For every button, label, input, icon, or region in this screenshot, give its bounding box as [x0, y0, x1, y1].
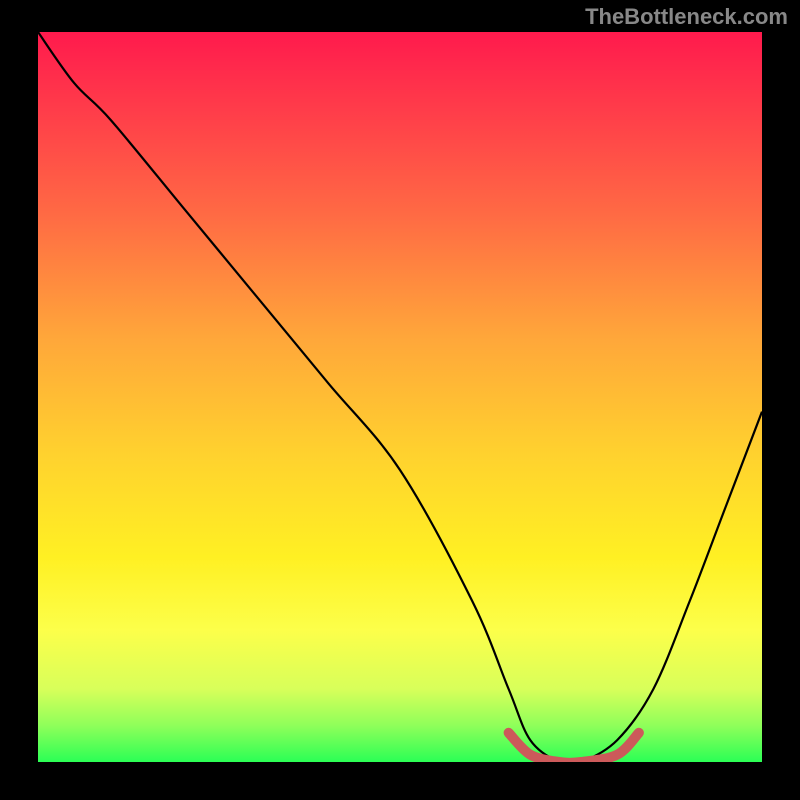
chart-svg — [38, 32, 762, 762]
attribution-text: TheBottleneck.com — [585, 4, 788, 30]
chart-plot-area — [38, 32, 762, 762]
bottleneck-curve-path — [38, 32, 762, 762]
